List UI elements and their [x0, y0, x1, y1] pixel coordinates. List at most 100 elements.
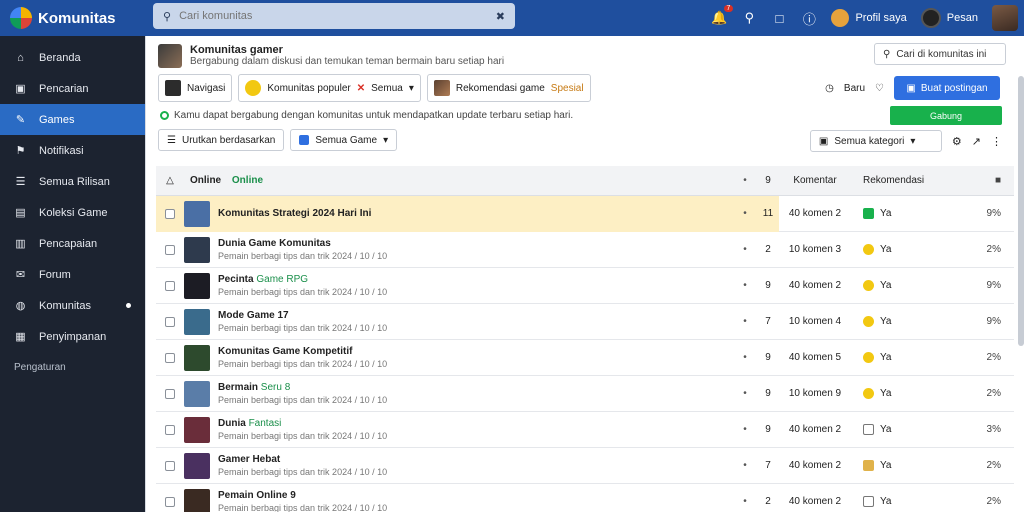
storage-icon: ▦	[15, 331, 26, 343]
sort-arrow-icon[interactable]: △	[156, 175, 184, 186]
table-row[interactable]: Gamer Hebat Pemain berbagi tips dan trik…	[156, 448, 1014, 484]
row-title[interactable]: Dunia	[218, 418, 246, 429]
sidebar-item-6[interactable]: ▥ Pencapaian	[0, 228, 145, 259]
sidebar-item-0[interactable]: ⌂ Beranda	[0, 42, 145, 73]
row-subtitle: Pemain berbagi tips dan trik 2024 / 10 /…	[218, 322, 388, 333]
row-checkbox[interactable]	[165, 388, 175, 399]
sidebar-item-5[interactable]: ▤ Koleksi Game	[0, 197, 145, 228]
column-header-online[interactable]: Online	[190, 175, 221, 186]
create-post-button[interactable]: ▣ Buat postingan	[894, 76, 1000, 100]
clock-icon[interactable]: ◷	[825, 83, 834, 94]
row-checkbox[interactable]	[165, 316, 175, 327]
sidebar-item-7[interactable]: ✉ Forum	[0, 259, 145, 290]
forum-icon: ✉	[15, 269, 26, 281]
sidebar-item-label: Koleksi Game	[39, 206, 108, 219]
row-main: Mode Game 17 Pemain berbagi tips dan tri…	[156, 304, 779, 340]
row-percent: 2%	[986, 388, 1001, 399]
row-checkbox[interactable]	[165, 352, 175, 363]
row-title[interactable]: Komunitas Game Kompetitif	[218, 346, 352, 357]
join-button[interactable]: Gabung	[890, 106, 1002, 125]
column-header-comments[interactable]: Komentar	[779, 175, 851, 186]
row-thumbnail	[184, 488, 210, 512]
clear-search-icon[interactable]: ✖	[496, 10, 505, 23]
sidebar-item-3[interactable]: ⚑ Notifikasi	[0, 135, 145, 166]
table-row[interactable]: Pecinta Game RPG Pemain berbagi tips dan …	[156, 268, 1014, 304]
search-icon[interactable]: ⚲	[741, 10, 757, 26]
sidebar-item-8[interactable]: ◍ Komunitas	[0, 290, 145, 321]
sidebar-item-9[interactable]: ▦ Penyimpanan	[0, 321, 145, 352]
user-avatar[interactable]	[992, 5, 1018, 31]
row-percent: 2%	[986, 244, 1001, 255]
app-name: Komunitas	[38, 9, 116, 27]
row-checkbox[interactable]	[165, 424, 175, 435]
global-search-input[interactable]	[179, 10, 488, 22]
sidebar-item-2[interactable]: ✎ Games	[0, 104, 145, 135]
info-icon[interactable]: ⓘ	[801, 10, 817, 27]
table-row[interactable]: Komunitas Strategi 2024 Hari Ini • 11 40 k…	[156, 195, 1014, 232]
row-checkbox[interactable]	[165, 496, 175, 507]
table-row[interactable]: Komunitas Game Kompetitif Pemain berbagi…	[156, 340, 1014, 376]
profile-menu[interactable]: Profil saya	[831, 9, 907, 27]
filter-select[interactable]: Semua Game ▾	[290, 129, 398, 151]
selector-row: Navigasi Komunitas populer ✕ Semua ▾ Rek…	[158, 74, 591, 104]
page-title: Komunitas gamer	[190, 44, 283, 56]
table-row[interactable]: Dunia Fantasi Pemain berbagi tips dan tri…	[156, 412, 1014, 448]
main-content: Komunitas gamer Bergabung dalam diskusi …	[145, 36, 1024, 512]
bookmark-icon[interactable]: □	[771, 10, 787, 26]
filter-toolbar: ☰ Urutkan berdasarkan Semua Game ▾	[158, 129, 398, 151]
share-icon[interactable]: ↗	[972, 135, 981, 148]
row-checkbox[interactable]	[165, 208, 175, 219]
row-title[interactable]: Mode Game 17	[218, 310, 289, 321]
brand[interactable]: Komunitas	[0, 0, 145, 36]
close-icon[interactable]: ✕	[357, 83, 365, 94]
row-comments: 40 komen 2	[788, 208, 842, 219]
trophy-icon: ▥	[15, 238, 26, 250]
settings-icon[interactable]: ⚙	[952, 135, 962, 148]
row-tag: Seru 8	[260, 381, 291, 393]
table-row[interactable]: Bermain Seru 8 Pemain berbagi tips dan tr…	[156, 376, 1014, 412]
row-title[interactable]: Dunia Game Komunitas	[218, 238, 331, 249]
row-percent: 9%	[986, 280, 1001, 291]
heart-icon[interactable]: ♡	[875, 83, 884, 94]
sidebar-item-1[interactable]: ▣ Pencarian	[0, 73, 145, 104]
row-comments: 10 komen 4	[788, 316, 842, 327]
row-title[interactable]: Gamer Hebat	[218, 454, 280, 465]
row-thumbnail	[184, 380, 210, 407]
selector-popular[interactable]: Komunitas populer ✕ Semua ▾	[238, 74, 421, 102]
row-dot: •	[743, 208, 747, 219]
column-header-count[interactable]: 9	[757, 175, 779, 186]
row-title[interactable]: Bermain	[218, 382, 258, 393]
recommend-icon	[863, 424, 874, 435]
row-subtitle: Pemain berbagi tips dan trik 2024 / 10 /…	[218, 250, 388, 261]
row-recommend: Ya	[880, 352, 892, 363]
messages-menu[interactable]: Pesan	[920, 8, 978, 28]
notifications-icon[interactable]: 🔔 7	[711, 5, 734, 26]
row-comments: 40 komen 2	[788, 280, 842, 291]
row-checkbox[interactable]	[165, 244, 175, 255]
row-checkbox[interactable]	[165, 280, 175, 291]
scrollbar[interactable]	[1018, 76, 1024, 346]
table-row[interactable]: Pemain Online 9 Pemain berbagi tips dan …	[156, 484, 1014, 512]
selector-label: Navigasi	[187, 82, 226, 94]
row-recommend: Ya	[880, 496, 892, 507]
sort-button[interactable]: ☰ Urutkan berdasarkan	[158, 129, 285, 151]
category-dropdown[interactable]: ▣ Semua kategori ▾	[809, 130, 942, 152]
row-title[interactable]: Pemain Online 9	[218, 490, 296, 501]
selector-recommendation[interactable]: Rekomendasi game Spesial	[426, 74, 591, 102]
community-search[interactable]: ⚲ Cari di komunitas ini	[874, 43, 1006, 65]
selector-navigation[interactable]: Navigasi	[158, 74, 233, 102]
row-comments: 10 komen 3	[788, 244, 842, 255]
row-subtitle: Pemain berbagi tips dan trik 2024 / 10 /…	[218, 502, 388, 512]
row-title[interactable]: Komunitas Strategi 2024 Hari Ini	[218, 208, 371, 219]
sidebar-item-4[interactable]: ☰ Semua Rilisan	[0, 166, 145, 197]
more-icon[interactable]: ⋮	[991, 135, 1002, 148]
sidebar-item-label: Pencarian	[39, 82, 89, 95]
table-row[interactable]: Mode Game 17 Pemain berbagi tips dan tri…	[156, 304, 1014, 340]
table-row[interactable]: Dunia Game Komunitas Pemain berbagi tips…	[156, 232, 1014, 268]
recommend-icon	[863, 460, 874, 471]
row-title[interactable]: Pecinta	[218, 274, 254, 285]
column-header-recommend[interactable]: Rekomendasi	[851, 175, 961, 186]
column-menu-icon[interactable]: ■	[961, 175, 1011, 186]
sidebar-footer[interactable]: Pengaturan	[0, 362, 145, 373]
row-checkbox[interactable]	[165, 460, 175, 471]
